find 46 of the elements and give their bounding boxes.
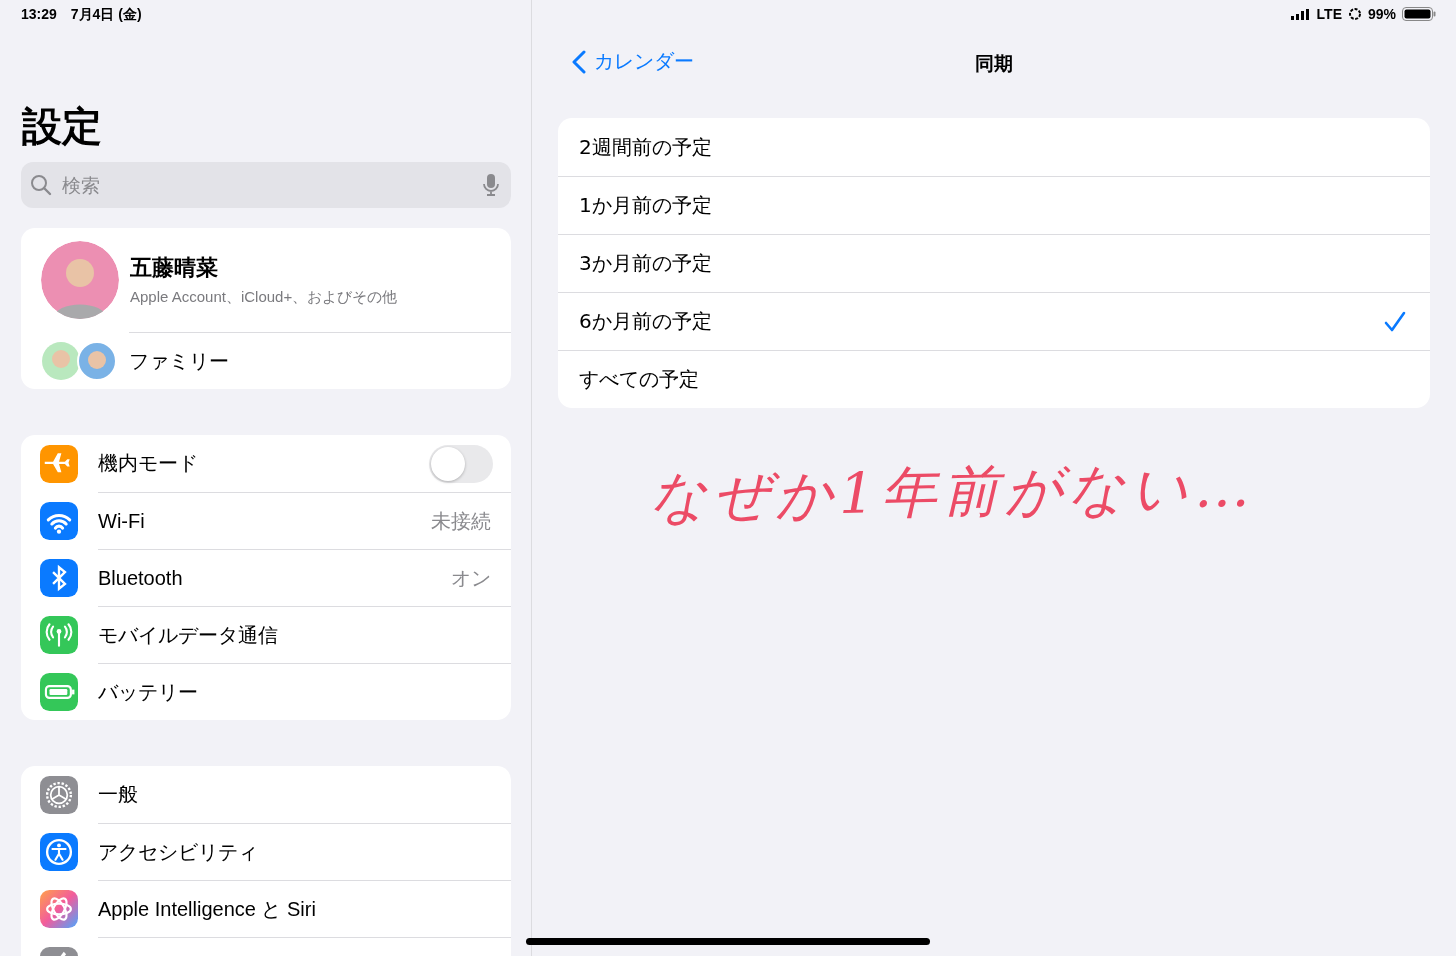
battery-icon [40,672,78,711]
status-date: 7月4日 (金) [70,6,142,24]
avatar [77,341,117,381]
network-label: LTE [1316,6,1342,22]
avatar [41,341,81,381]
gear-icon [40,775,78,814]
option-row[interactable]: 6か月前の予定 [558,292,1430,350]
antenna-icon [40,615,78,654]
setting-label[interactable]: バッテリー [98,678,491,706]
airplane-icon [40,444,78,483]
rotation-lock-icon [1347,7,1362,21]
account-subtitle: Apple Account、iCloud+、およびその他 [130,288,398,307]
search-input[interactable]: 検索 [60,173,475,197]
account-row[interactable]: 五藤晴菜 Apple Account、iCloud+、およびその他 [21,228,511,332]
back-button[interactable]: カレンダー [572,48,694,75]
option-row[interactable]: 2週間前の予定 [558,118,1430,176]
chevron-left-icon [572,49,586,74]
setting-label[interactable]: Apple Intelligence と Siri [98,895,491,923]
status-time: 13:29 [21,6,57,24]
search-icon [30,174,52,196]
setting-label[interactable]: 一般 [98,781,491,808]
setting-label[interactable]: モバイルデータ通信 [98,621,491,649]
flower-icon [40,889,78,928]
setting-value: 未接続 [431,508,491,534]
option-row[interactable]: 1か月前の予定 [558,176,1430,234]
setting-label[interactable]: Wi-Fi [98,509,431,533]
signal-icon [1290,8,1311,20]
page-title: 設定 [22,102,103,151]
option-row[interactable]: すべての予定 [558,350,1430,408]
wifi-icon [40,501,78,540]
option-row[interactable]: 3か月前の予定 [558,234,1430,292]
bluetooth-icon [40,558,78,597]
setting-label[interactable]: 機内モード [98,450,429,477]
family-row[interactable]: ファミリー [129,332,511,389]
setting-label[interactable]: Bluetooth [98,566,451,590]
battery-percent: 99% [1367,6,1396,22]
setting-value: オン [451,565,491,591]
screen-title: 同期 [974,51,1014,76]
search-field[interactable]: 検索 [21,162,511,208]
setting-label[interactable]: アクセシビリティ [98,838,491,866]
microphone-icon[interactable] [483,173,499,197]
handwritten-note: なぜか1年前がない… [649,452,1257,532]
toggle-switch[interactable] [429,444,493,483]
accessibility-icon [40,832,78,871]
battery-icon [1402,7,1436,21]
account-name: 五藤晴菜 [130,254,219,282]
